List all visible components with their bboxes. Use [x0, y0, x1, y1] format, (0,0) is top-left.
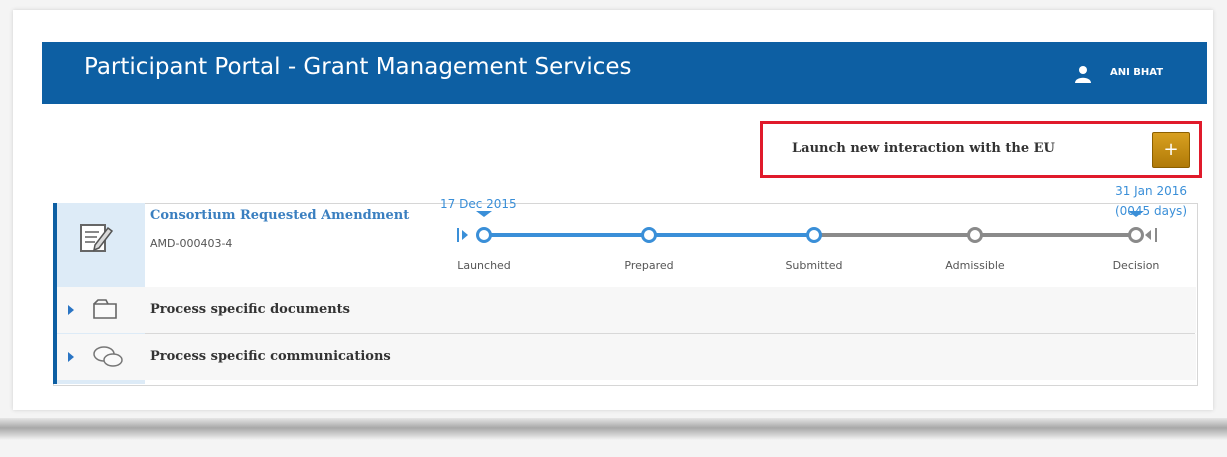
process-title[interactable]: Consortium Requested Amendment: [150, 209, 410, 223]
start-marker-icon: [476, 211, 492, 217]
launch-interaction-button[interactable]: +: [1152, 132, 1190, 168]
launch-interaction-label: Launch new interaction with the EU: [792, 141, 1055, 156]
end-flag-icon: [1145, 230, 1151, 240]
expand-arrow-icon[interactable]: [68, 305, 74, 315]
user-icon[interactable]: [1074, 65, 1092, 83]
stage-node-decision: [1128, 227, 1144, 243]
stage-label-decision: Decision: [1112, 259, 1160, 272]
page-title: Participant Portal - Grant Management Se…: [84, 54, 632, 80]
folder-icon: [93, 299, 117, 319]
end-marker-icon: [1128, 211, 1144, 217]
process-timeline: [457, 211, 1157, 243]
documents-row[interactable]: Process specific documents: [57, 287, 1196, 333]
stage-label-admissible: Admissible: [945, 259, 1005, 272]
process-id: AMD-000403-4: [150, 237, 233, 250]
stage-node-submitted: [806, 227, 822, 243]
stage-node-launched: [476, 227, 492, 243]
start-flag-icon: [457, 228, 459, 242]
page-shadow: [0, 418, 1227, 440]
chat-bubbles-icon: [93, 346, 123, 367]
launch-interaction-highlight: Launch new interaction with the EU +: [760, 121, 1202, 178]
portal-header: Participant Portal - Grant Management Se…: [42, 42, 1207, 104]
expand-arrow-icon[interactable]: [68, 352, 74, 362]
stage-label-prepared: Prepared: [624, 259, 674, 272]
communications-row[interactable]: Process specific communications: [57, 334, 1196, 380]
stage-label-launched: Launched: [457, 259, 511, 272]
amendment-icon: [80, 224, 114, 252]
stage-node-prepared: [641, 227, 657, 243]
timeline-start-date: 17 Dec 2015: [440, 197, 517, 211]
stage-node-admissible: [967, 227, 983, 243]
communications-row-label: Process specific communications: [150, 349, 391, 364]
documents-row-label: Process specific documents: [150, 302, 351, 317]
timeline-end-date-value: 31 Jan 2016: [1115, 184, 1187, 198]
stage-label-submitted: Submitted: [785, 259, 843, 272]
user-name[interactable]: ANI BHAT: [1110, 67, 1163, 78]
